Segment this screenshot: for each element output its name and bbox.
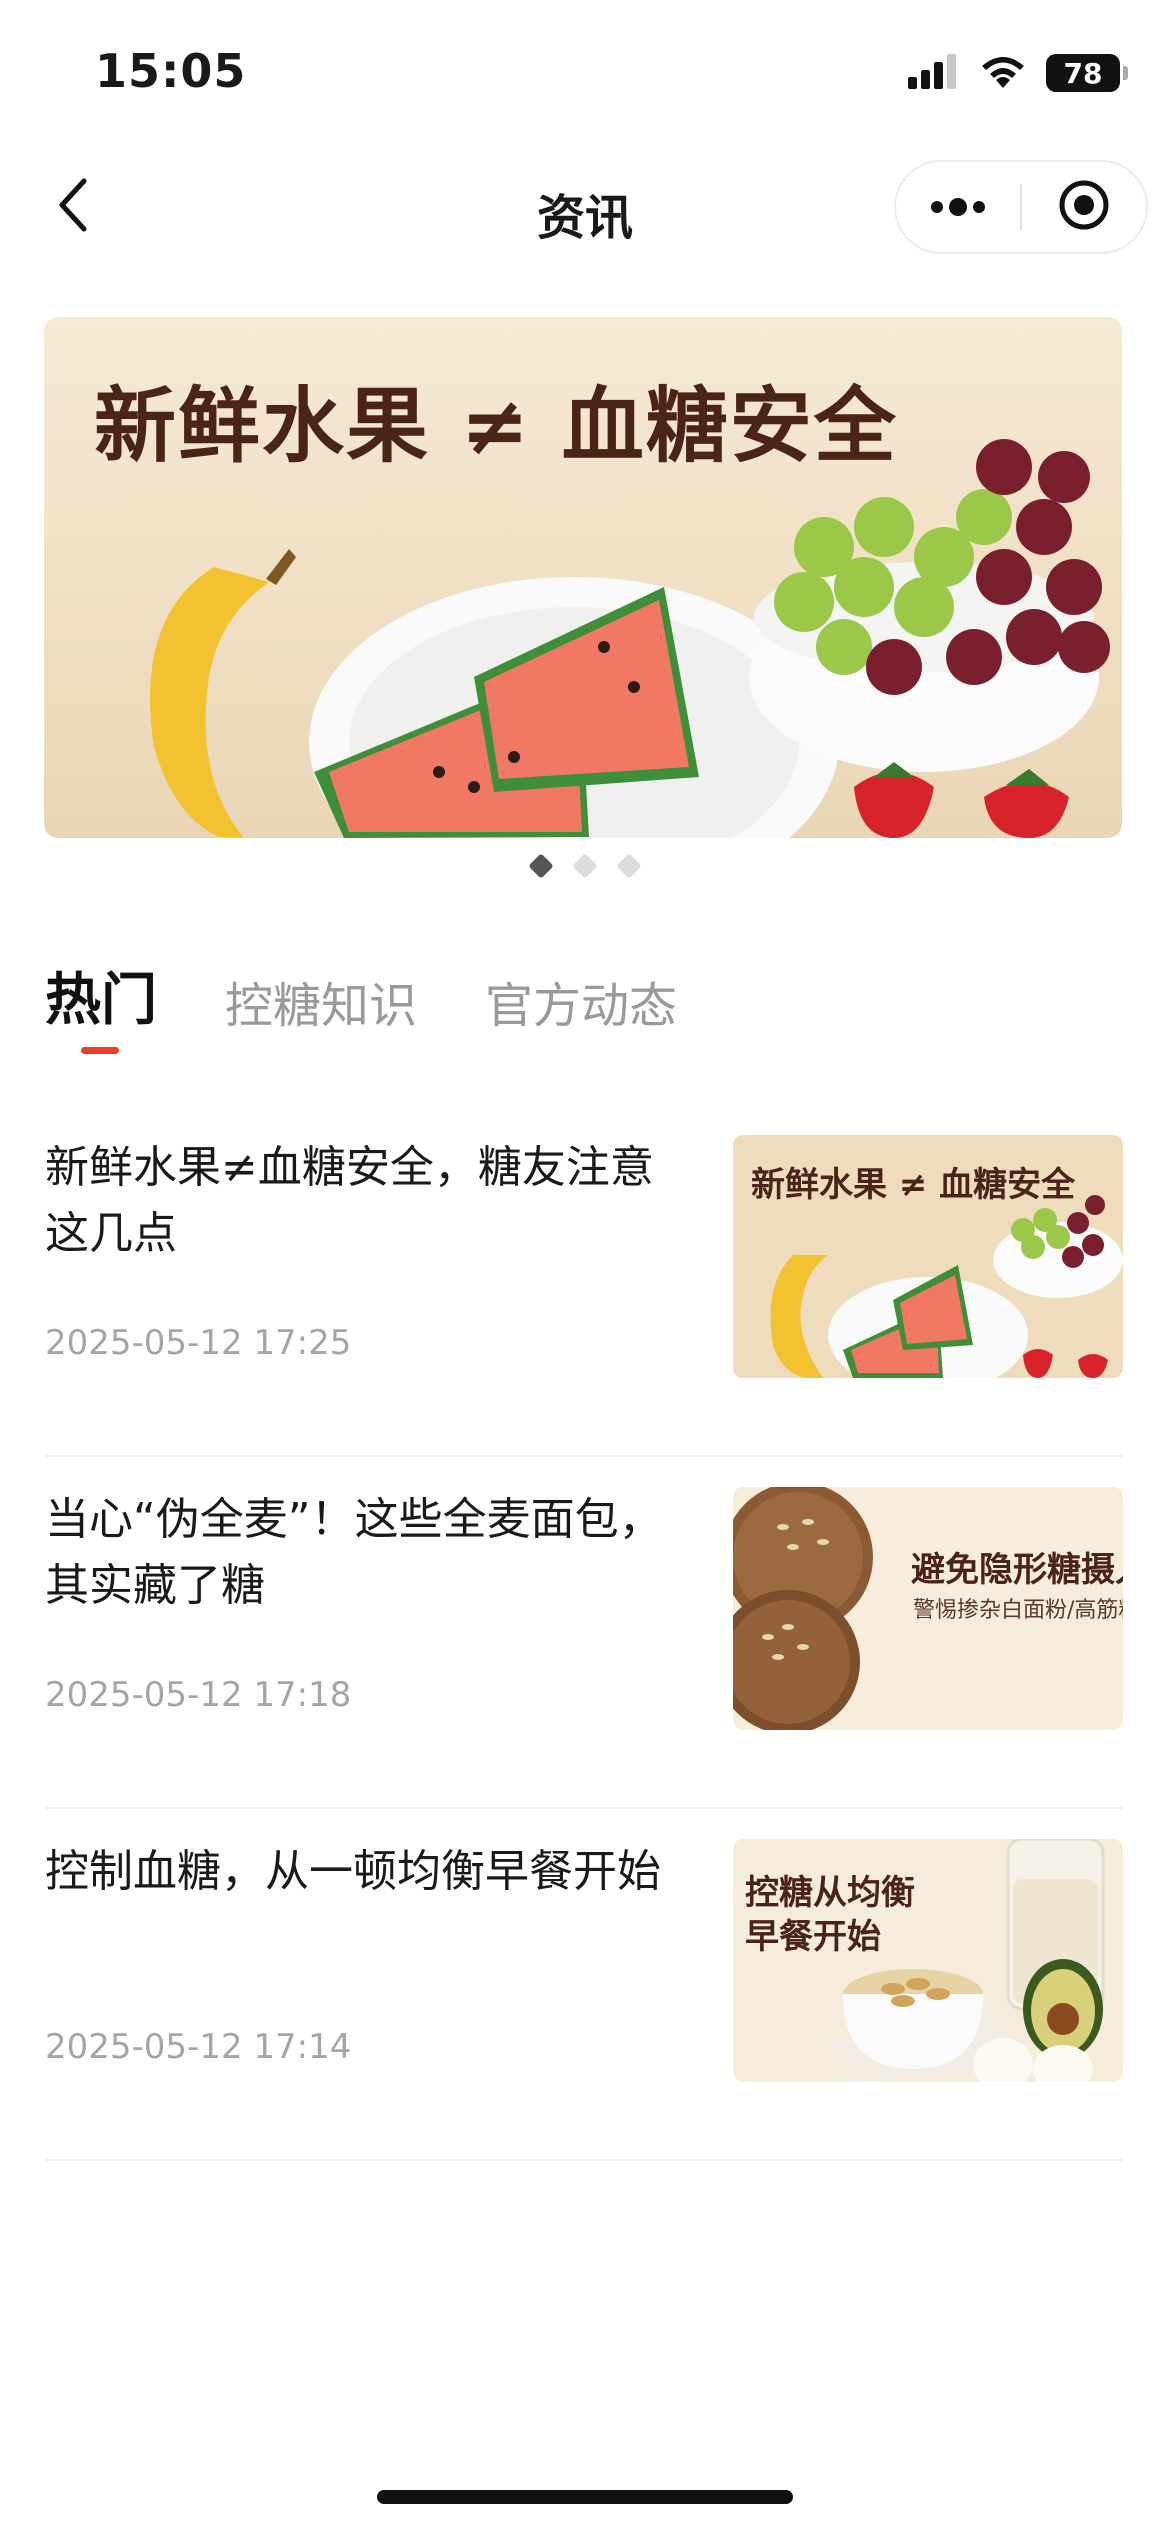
tab-sugar-control-knowledge[interactable]: 控糖知识 — [225, 966, 417, 1036]
tab-label: 控糖知识 — [225, 978, 418, 1034]
list-item[interactable]: 当心“伪全麦”！这些全麦面包，其实藏了糖 2025-05-12 17:18 避免… — [45, 1457, 1123, 1809]
banner-headline: 新鲜水果 ≠ 血糖安全 — [94, 379, 898, 474]
category-tabs: 热门 控糖知识 官方动态 — [45, 955, 677, 1054]
nav-bar: 资讯 — [0, 150, 1170, 270]
article-thumbnail: 避免隐形糖摄人 警惕掺杂白面粉/高筋粉 — [733, 1487, 1123, 1730]
status-bar: 15:05 78 — [0, 0, 1170, 140]
thumbnail-caption: 控糖从均衡 — [745, 1873, 915, 1913]
carousel-dot-1[interactable] — [528, 853, 554, 879]
home-indicator[interactable] — [377, 2490, 793, 2504]
thumbnail-caption-line2: 早餐开始 — [745, 1917, 881, 1957]
thumbnail-caption: 新鲜水果 ≠ 血糖安全 — [751, 1165, 1076, 1205]
article-time: 2025-05-12 17:18 — [45, 1675, 352, 1715]
battery-icon: 78 — [1046, 54, 1128, 92]
carousel-indicators — [0, 853, 1170, 879]
article-title: 当心“伪全麦”！这些全麦面包，其实藏了糖 — [45, 1494, 663, 1611]
tab-label: 官方动态 — [485, 978, 678, 1034]
status-time: 15:05 — [95, 44, 247, 98]
article-list: 新鲜水果≠血糖安全，糖友注意这几点 2025-05-12 17:25 新鲜水果 … — [45, 1105, 1123, 2161]
signal-icon — [908, 53, 960, 93]
more-dots-icon — [931, 198, 985, 216]
article-thumbnail: 控糖从均衡 早餐开始 — [733, 1839, 1123, 2082]
article-time: 2025-05-12 17:25 — [45, 1323, 352, 1363]
close-button[interactable] — [1022, 162, 1146, 252]
carousel-dot-3[interactable] — [616, 853, 642, 879]
article-title: 新鲜水果≠血糖安全，糖友注意这几点 — [45, 1142, 654, 1259]
tab-label: 热门 — [45, 968, 157, 1033]
tab-official-news[interactable]: 官方动态 — [485, 966, 677, 1036]
status-icons: 78 — [908, 52, 1128, 94]
tab-hot[interactable]: 热门 — [45, 955, 157, 1054]
active-tab-underline — [81, 1047, 119, 1054]
article-time: 2025-05-12 17:14 — [45, 2027, 352, 2067]
more-button[interactable] — [896, 162, 1020, 252]
target-circle-icon — [1056, 177, 1112, 237]
mini-program-capsule — [894, 160, 1148, 254]
article-thumbnail: 新鲜水果 ≠ 血糖安全 — [733, 1135, 1123, 1378]
article-title: 控制血糖，从一顿均衡早餐开始 — [45, 1846, 661, 1897]
carousel-dot-2[interactable] — [572, 853, 598, 879]
list-item[interactable]: 新鲜水果≠血糖安全，糖友注意这几点 2025-05-12 17:25 新鲜水果 … — [45, 1105, 1123, 1457]
wifi-icon — [978, 52, 1028, 94]
thumbnail-subcaption: 警惕掺杂白面粉/高筋粉 — [913, 1598, 1123, 1623]
list-item[interactable]: 控制血糖，从一顿均衡早餐开始 2025-05-12 17:14 控糖从均衡 早餐… — [45, 1809, 1123, 2161]
thumbnail-caption: 避免隐形糖摄人 — [911, 1550, 1123, 1590]
banner-carousel[interactable]: 新鲜水果 ≠ 血糖安全 — [44, 317, 1122, 838]
